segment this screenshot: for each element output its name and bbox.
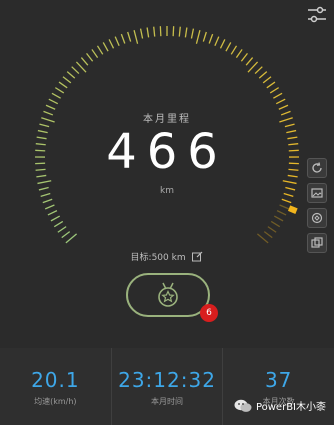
stat-month-count: 37 本月次数 xyxy=(222,348,334,425)
gauge-tick xyxy=(86,52,94,62)
stats-bar: 20.1 均速(km/h) 23:12:32 本月时间 37 本月次数 xyxy=(0,348,334,425)
gauge-tick xyxy=(80,57,89,66)
gauge-tick xyxy=(247,61,259,73)
gauge-tick xyxy=(153,26,156,37)
gauge-tick xyxy=(65,233,78,244)
gauge-tick xyxy=(44,204,55,210)
gauge-tick xyxy=(66,71,76,79)
watermark-text: PowerBI木小桼 xyxy=(255,402,326,413)
gauge-tick xyxy=(267,226,277,233)
gauge-tick xyxy=(219,39,226,49)
gauge-tick xyxy=(51,92,61,99)
gauge-tick xyxy=(75,61,87,73)
gauge-tick xyxy=(47,210,58,216)
goal-row: 目标:500 km xyxy=(0,250,334,265)
gauge-tick xyxy=(225,42,232,52)
gauge-tick xyxy=(71,66,80,75)
stat-value: 23:12:32 xyxy=(118,368,216,392)
gauge-tick xyxy=(254,66,263,75)
gauge-tick xyxy=(273,215,284,222)
gauge-tick xyxy=(281,198,292,204)
gauge-unit: km xyxy=(160,186,174,196)
gauge-tick xyxy=(58,81,68,89)
gauge-tick xyxy=(278,104,289,110)
gauge-tick xyxy=(263,231,273,239)
gauge-progress-marker xyxy=(287,205,298,214)
gauge-tick xyxy=(282,180,297,185)
gauge-tick xyxy=(102,42,109,52)
gauge-tick xyxy=(62,76,72,84)
gauge-tick xyxy=(262,76,272,84)
gauge-tick xyxy=(202,31,207,42)
gauge-tick xyxy=(159,26,162,37)
edit-goal-button[interactable] xyxy=(192,251,203,265)
gauge-tick xyxy=(172,26,175,37)
gauge-tick xyxy=(61,231,71,239)
gauge-tick xyxy=(45,104,56,110)
stat-value: 20.1 xyxy=(31,368,80,392)
gauge-tick xyxy=(53,220,64,228)
gauge-tick xyxy=(48,98,59,105)
gauge-tick xyxy=(256,233,269,244)
gauge-tick xyxy=(114,36,120,47)
gauge-tick xyxy=(133,30,139,44)
gauge-tick xyxy=(127,31,132,42)
gauge-tick xyxy=(96,45,104,55)
medal-icon xyxy=(158,282,178,307)
gauge-tick xyxy=(273,92,283,99)
gauge-title: 本月里程 xyxy=(143,114,191,125)
gauge-tick xyxy=(42,198,53,204)
gauge-tick xyxy=(195,30,201,44)
gauge-tick xyxy=(270,220,281,228)
gauge-tick xyxy=(54,87,65,94)
gauge-tick xyxy=(178,26,181,37)
goal-text: 目标:500 km xyxy=(130,253,186,263)
gauge-tick xyxy=(258,71,268,79)
gauge-tick xyxy=(146,27,150,38)
stat-label: 均速(km/h) xyxy=(34,397,77,406)
watermark: PowerBI木小桼 xyxy=(234,398,326,413)
stat-label: 本月时间 xyxy=(151,397,183,406)
gauge-tick xyxy=(275,98,286,105)
gauge-tick xyxy=(208,33,214,44)
gauge-tick xyxy=(240,52,248,62)
gauge-tick xyxy=(120,33,126,44)
gauge-tick xyxy=(108,39,115,49)
gauge-tick xyxy=(37,180,52,185)
gauge-tick xyxy=(214,36,220,47)
gauge-tick xyxy=(190,28,195,39)
gauge-tick xyxy=(245,57,254,66)
wechat-icon xyxy=(234,399,252,412)
gauge-tick xyxy=(276,210,287,216)
gauge-tick xyxy=(57,226,67,233)
gauge-tick xyxy=(279,204,290,210)
edit-icon xyxy=(192,251,203,261)
gauge-tick xyxy=(235,49,243,59)
gauge-tick xyxy=(230,45,238,55)
gauge-tick xyxy=(91,49,99,59)
gauge-tick xyxy=(139,28,144,39)
medal-count-badge: 6 xyxy=(200,304,218,322)
gauge-value: 466 xyxy=(106,124,228,180)
stat-avg-speed: 20.1 均速(km/h) xyxy=(0,348,111,425)
stat-month-time: 23:12:32 本月时间 xyxy=(110,348,223,425)
medal-button[interactable] xyxy=(126,273,210,317)
stat-value: 37 xyxy=(264,368,293,392)
gauge-tick xyxy=(50,215,61,222)
gauge-tick xyxy=(269,87,280,94)
gauge-tick xyxy=(184,27,188,38)
gauge-tick xyxy=(266,81,276,89)
